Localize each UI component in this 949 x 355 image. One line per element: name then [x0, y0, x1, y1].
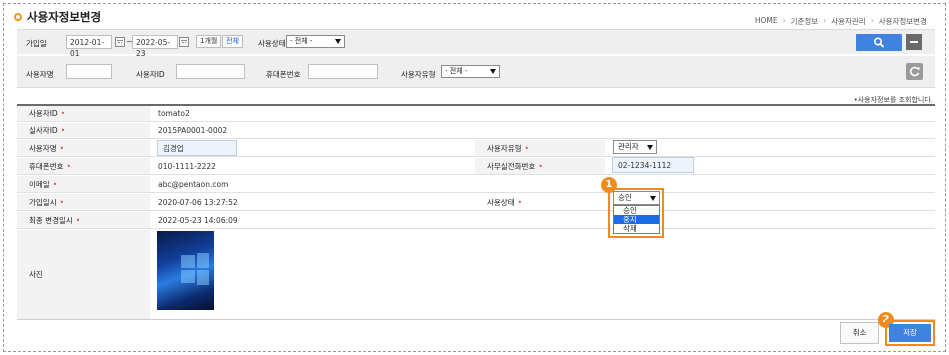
real-id-value: 2015PA0001-0002	[158, 126, 228, 135]
status-option-highlighted[interactable]: 중지	[614, 215, 659, 224]
required-mark: •	[59, 143, 65, 153]
user-name-filter-label: 사용자명	[26, 70, 54, 79]
search-button[interactable]	[856, 34, 902, 51]
breadcrumb: HOME › 기준정보 › 사용자관리 › 사용자정보변경	[755, 16, 927, 27]
form-row-photo: 사진	[17, 230, 935, 320]
user-photo	[157, 231, 214, 310]
required-mark: •	[538, 161, 543, 171]
breadcrumb-separator: ›	[782, 16, 786, 25]
office-phone-label: 사무실전화번호 •	[475, 158, 605, 174]
mobile-value: 010-1111-2222	[158, 161, 216, 171]
required-mark: •	[66, 161, 71, 171]
date-to-input[interactable]: 2022-05-23	[132, 35, 178, 58]
email-value: abc@pentaon.com	[158, 179, 229, 189]
collapse-search-button[interactable]	[906, 34, 922, 50]
breadcrumb-item[interactable]: 기준정보	[791, 16, 819, 27]
breadcrumb-separator: ›	[823, 16, 827, 25]
status-filter-label: 사용상태	[258, 39, 286, 48]
mobile-filter-input[interactable]	[308, 64, 378, 79]
status-option[interactable]: 삭제	[614, 224, 659, 233]
photo-pane	[181, 270, 195, 283]
user-id-filter-label: 사용자ID	[136, 70, 165, 79]
join-date-field-label: 가입일시 •	[17, 194, 150, 210]
search-icon	[873, 37, 884, 48]
required-mark: •	[60, 126, 66, 135]
user-id-value: tomato2	[158, 109, 190, 118]
mobile-label: 휴대폰번호 •	[17, 158, 150, 174]
real-id-label: 실사자ID •	[17, 123, 150, 138]
required-mark: •	[524, 143, 529, 153]
date-from-input[interactable]: 2012-01-01	[66, 35, 112, 58]
user-type-select[interactable]: 관리자	[613, 140, 657, 154]
chevron-down-icon	[490, 69, 496, 74]
photo-label: 사진	[17, 230, 150, 319]
breadcrumb-home[interactable]: HOME	[755, 16, 778, 27]
status-select[interactable]: 승인	[613, 191, 660, 205]
user-type-filter-select[interactable]: - 전체 -	[441, 65, 500, 78]
status-filter-value: - 전체 -	[290, 37, 313, 45]
user-type-filter-value: - 전체 -	[445, 67, 468, 75]
one-month-button[interactable]: 1개월	[196, 35, 222, 48]
join-date-label: 가입일	[26, 39, 47, 48]
user-name-filter-input[interactable]	[66, 64, 112, 79]
user-name-input[interactable]: 김경업	[157, 140, 237, 156]
status-option[interactable]: 승인	[614, 206, 659, 215]
calendar-icon[interactable]	[179, 37, 189, 47]
chevron-down-icon	[335, 39, 341, 44]
user-id-label: 사용자ID •	[17, 106, 150, 121]
last-modified-label: 최종 변경일시 •	[17, 212, 150, 228]
office-phone-input[interactable]: 02-1234-1112	[612, 157, 694, 173]
form-row: 사용자명 • 사용자유형 •	[17, 140, 935, 157]
photo-pane	[197, 253, 209, 268]
photo-pane	[181, 255, 195, 268]
form-row: 가입일시 • 2020-07-06 13:27:52 사용상태 •	[17, 194, 935, 211]
photo-pane	[197, 270, 209, 285]
required-mark: •	[75, 215, 81, 225]
breadcrumb-item[interactable]: 사용자관리	[831, 16, 866, 27]
form-row: 실사자ID • 2015PA0001-0002	[17, 123, 935, 139]
join-date-value: 2020-07-06 13:27:52	[158, 197, 238, 207]
save-button[interactable]: 저장	[889, 324, 931, 342]
user-type-label: 사용자유형 •	[475, 140, 605, 156]
form-row: 사용자ID • tomato2	[17, 106, 935, 122]
chevron-down-icon	[647, 145, 653, 150]
user-id-filter-input[interactable]	[176, 64, 245, 79]
user-type-filter-label: 사용자유형	[401, 70, 436, 79]
calendar-icon[interactable]	[115, 37, 125, 47]
user-type-value: 관리자	[618, 142, 639, 151]
form-row: 최종 변경일시 • 2022-05-23 14:06:09	[17, 212, 935, 229]
status-value: 승인	[618, 193, 632, 202]
required-mark: •	[59, 197, 65, 207]
required-mark: •	[52, 179, 58, 189]
title-bullet-icon	[14, 13, 22, 21]
refresh-icon	[909, 66, 920, 77]
breadcrumb-separator: ›	[870, 16, 874, 25]
status-label: 사용상태 •	[487, 197, 523, 207]
refresh-button[interactable]	[906, 63, 923, 80]
last-modified-value: 2022-05-23 14:06:09	[158, 215, 238, 225]
status-dropdown-list: 승인 중지 삭제	[613, 205, 660, 234]
required-mark: •	[517, 197, 523, 207]
form-row: 휴대폰번호 • 010-1111-2222 사무실전화번호 •	[17, 158, 935, 175]
all-period-button[interactable]: 전체	[222, 35, 243, 48]
title-row: 사용자정보변경	[14, 9, 101, 25]
user-name-label: 사용자명 •	[17, 140, 150, 156]
chevron-down-icon	[650, 196, 656, 201]
breadcrumb-current: 사용자정보변경	[878, 17, 927, 26]
required-mark: •	[60, 109, 66, 118]
user-info-form: 사용자ID • tomato2 실사자ID • 2015PA0001-0002 사용…	[17, 104, 935, 320]
cancel-button[interactable]: 취소	[840, 322, 879, 344]
email-label: 이메일 •	[17, 176, 150, 192]
step-2-highlight: 저장	[885, 320, 935, 346]
status-filter-select[interactable]: - 전체 -	[286, 35, 345, 48]
form-row: 이메일 • abc@pentaon.com	[17, 176, 935, 193]
page-title: 사용자정보변경	[27, 10, 102, 24]
mobile-filter-label: 휴대폰번호	[266, 70, 301, 79]
